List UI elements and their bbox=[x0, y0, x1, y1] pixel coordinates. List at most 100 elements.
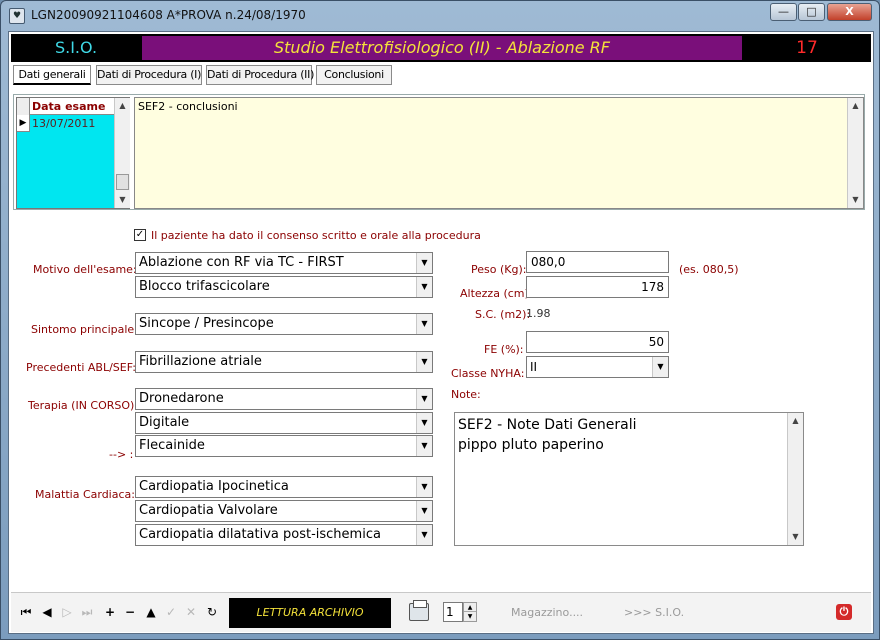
consent-checkbox[interactable]: ✓ bbox=[134, 229, 146, 241]
conclusions-text[interactable]: SEF2 - conclusioni bbox=[138, 100, 238, 113]
chevron-down-icon[interactable]: ▼ bbox=[416, 413, 432, 433]
tab-dati-generali[interactable]: Dati generali bbox=[13, 65, 91, 85]
next-record-icon: ▷ bbox=[62, 605, 72, 619]
post-record-icon: ✓ bbox=[165, 605, 177, 619]
malattia-select-2[interactable]: Cardiopatia Valvolare ▼ bbox=[135, 500, 433, 522]
altezza-field[interactable]: 178 bbox=[526, 276, 669, 298]
nyha-label: Classe NYHA: bbox=[451, 367, 525, 380]
motivo-select-1[interactable]: Ablazione con RF via TC - FIRST ▼ bbox=[135, 252, 433, 274]
motivo-label: Motivo dell'esame: bbox=[33, 263, 137, 276]
printer-icon[interactable] bbox=[409, 600, 429, 621]
app-icon[interactable]: ♥ bbox=[9, 8, 25, 24]
copies-input[interactable]: 1 bbox=[443, 602, 463, 622]
delete-record-icon[interactable]: − bbox=[121, 603, 139, 621]
maximize-button[interactable]: □ bbox=[798, 3, 825, 21]
header-band: S.I.O. Studio Elettrofisiologico (II) - … bbox=[11, 34, 871, 62]
sintomo-value: Sincope / Presincope bbox=[139, 316, 274, 331]
motivo-select-2[interactable]: Blocco trifascicolare ▼ bbox=[135, 276, 433, 298]
grid-scrollbar[interactable]: ▲ ▼ bbox=[114, 98, 130, 208]
grid-corner bbox=[17, 98, 30, 115]
chevron-down-icon[interactable]: ▼ bbox=[416, 389, 432, 409]
sintomo-select[interactable]: Sincope / Presincope ▼ bbox=[135, 313, 433, 335]
chevron-down-icon[interactable]: ▼ bbox=[416, 501, 432, 521]
tab-dati-procedura-2[interactable]: Dati di Procedura (II) bbox=[206, 65, 314, 85]
chevron-down-icon[interactable]: ▼ bbox=[652, 357, 668, 377]
notes-text[interactable]: SEF2 - Note Dati Generali pippo pluto pa… bbox=[458, 415, 784, 455]
chevron-down-icon[interactable]: ▼ bbox=[416, 477, 432, 497]
exam-date-grid[interactable]: Data esame ▶ 13/07/2011 ▲ ▼ bbox=[16, 97, 130, 209]
title-bar[interactable]: ♥ LGN20090921104608 A*PROVA n.24/08/1970… bbox=[1, 1, 879, 31]
terapia-value-1: Dronedarone bbox=[139, 391, 224, 406]
scroll-down-icon[interactable]: ▼ bbox=[115, 192, 130, 207]
chevron-down-icon[interactable]: ▼ bbox=[416, 314, 432, 334]
grid-header: Data esame bbox=[17, 98, 115, 115]
notes-scrollbar[interactable]: ▲ ▼ bbox=[787, 413, 803, 545]
window-title: LGN20090921104608 A*PROVA n.24/08/1970 bbox=[31, 8, 306, 22]
terapia-select-2[interactable]: Digitale ▼ bbox=[135, 412, 433, 434]
note-label: Note: bbox=[451, 388, 481, 401]
chevron-down-icon[interactable]: ▼ bbox=[416, 253, 432, 273]
terapia-select-3[interactable]: Flecainide ▼ bbox=[135, 435, 433, 457]
chevron-down-icon[interactable]: ▼ bbox=[464, 612, 476, 621]
scroll-down-icon[interactable]: ▼ bbox=[788, 529, 803, 544]
memo-scrollbar[interactable]: ▲ ▼ bbox=[847, 98, 863, 208]
nyha-select[interactable]: II ▼ bbox=[526, 356, 669, 378]
chevron-down-icon[interactable]: ▼ bbox=[416, 525, 432, 545]
close-button[interactable]: X bbox=[827, 3, 872, 21]
altezza-label: Altezza (cm): bbox=[460, 287, 533, 300]
sio-link[interactable]: >>> S.I.O. bbox=[624, 606, 684, 619]
add-record-icon[interactable]: + bbox=[101, 603, 119, 621]
power-icon[interactable]: ⏻ bbox=[836, 604, 852, 620]
prev-record-icon[interactable]: ◀ bbox=[38, 603, 56, 621]
chevron-up-icon[interactable]: ▲ bbox=[464, 603, 476, 612]
peso-field[interactable]: 080,0 bbox=[526, 251, 669, 273]
arrow-label: --> : bbox=[109, 448, 134, 461]
application-window: ♥ LGN20090921104608 A*PROVA n.24/08/1970… bbox=[0, 0, 880, 640]
motivo-value-1: Ablazione con RF via TC - FIRST bbox=[139, 255, 344, 270]
precedenti-value: Fibrillazione atriale bbox=[139, 354, 262, 369]
scroll-up-icon[interactable]: ▲ bbox=[115, 98, 130, 113]
precedenti-select[interactable]: Fibrillazione atriale ▼ bbox=[135, 351, 433, 373]
refresh-icon[interactable]: ↻ bbox=[203, 603, 221, 621]
fe-label: FE (%): bbox=[484, 343, 524, 356]
precedenti-label: Precedenti ABL/SEF: bbox=[26, 361, 136, 374]
tab-conclusioni[interactable]: Conclusioni bbox=[316, 65, 392, 85]
malattia-select-3[interactable]: Cardiopatia dilatativa post-ischemica ▼ bbox=[135, 524, 433, 546]
sintomo-label: Sintomo principale: bbox=[31, 323, 138, 336]
scroll-thumb[interactable] bbox=[116, 174, 129, 190]
terapia-label: Terapia (IN CORSO): bbox=[28, 399, 139, 412]
table-row[interactable]: ▶ 13/07/2011 bbox=[17, 115, 115, 132]
scroll-up-icon[interactable]: ▲ bbox=[848, 98, 863, 113]
minimize-button[interactable]: — bbox=[770, 3, 797, 21]
record-number: 17 bbox=[796, 38, 818, 58]
fe-field[interactable]: 50 bbox=[526, 331, 669, 353]
malattia-value-3: Cardiopatia dilatativa post-ischemica bbox=[139, 527, 381, 542]
conclusions-memo[interactable]: SEF2 - conclusioni ▲ ▼ bbox=[134, 97, 864, 209]
grid-column-header: Data esame bbox=[32, 100, 106, 113]
malattia-value-1: Cardiopatia Ipocinetica bbox=[139, 479, 289, 494]
bottom-toolbar: ⏮ ◀ ▷ ⏭ + − ▲ ✓ ✕ ↻ LETTURA ARCHIVIO 1 ▲… bbox=[11, 592, 871, 632]
archive-status: LETTURA ARCHIVIO bbox=[229, 598, 391, 628]
terapia-select-1[interactable]: Dronedarone ▼ bbox=[135, 388, 433, 410]
scroll-down-icon[interactable]: ▼ bbox=[848, 192, 863, 207]
notes-memo[interactable]: SEF2 - Note Dati Generali pippo pluto pa… bbox=[454, 412, 804, 546]
client-area: S.I.O. Studio Elettrofisiologico (II) - … bbox=[8, 31, 874, 634]
row-pointer-icon: ▶ bbox=[17, 115, 30, 132]
brand-label: S.I.O. bbox=[54, 38, 98, 57]
exam-date-cell[interactable]: 13/07/2011 bbox=[32, 117, 95, 130]
exam-panel: Data esame ▶ 13/07/2011 ▲ ▼ SEF2 - concl… bbox=[13, 94, 865, 210]
page-title: Studio Elettrofisiologico (II) - Ablazio… bbox=[142, 36, 742, 60]
malattia-select-1[interactable]: Cardiopatia Ipocinetica ▼ bbox=[135, 476, 433, 498]
copies-stepper[interactable]: ▲ ▼ bbox=[463, 602, 477, 622]
magazzino-link[interactable]: Magazzino.... bbox=[511, 606, 583, 619]
chevron-down-icon[interactable]: ▼ bbox=[416, 436, 432, 456]
malattia-value-2: Cardiopatia Valvolare bbox=[139, 503, 278, 518]
chevron-down-icon[interactable]: ▼ bbox=[416, 352, 432, 372]
peso-label: Peso (Kg): bbox=[471, 263, 527, 276]
chevron-down-icon[interactable]: ▼ bbox=[416, 277, 432, 297]
tab-dati-procedura-1[interactable]: Dati di Procedura (I) bbox=[96, 65, 202, 85]
edit-record-icon[interactable]: ▲ bbox=[142, 603, 160, 621]
first-record-icon[interactable]: ⏮ bbox=[17, 603, 35, 621]
sc-value: 1.98 bbox=[526, 307, 551, 320]
scroll-up-icon[interactable]: ▲ bbox=[788, 413, 803, 428]
